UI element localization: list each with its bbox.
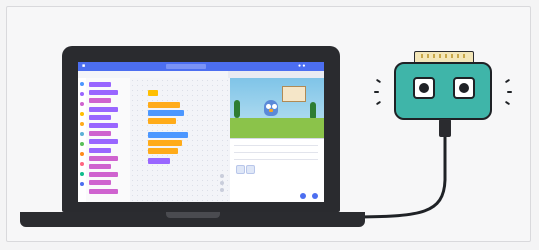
device-body <box>394 62 492 120</box>
panel-row <box>234 145 318 146</box>
palette-block <box>89 180 111 186</box>
script-block <box>148 118 176 124</box>
palette-block <box>89 98 111 104</box>
usb-plug <box>439 119 451 137</box>
category-dot <box>80 182 84 186</box>
zoom-reset-icon <box>220 188 224 192</box>
pin <box>439 54 441 58</box>
pin <box>427 54 429 58</box>
script-block <box>148 148 178 154</box>
illustration-scene: ■ ● ● <box>0 0 539 250</box>
sprite-thumbnail <box>236 165 245 174</box>
palette-block <box>89 90 118 96</box>
sensor-lens <box>459 83 469 93</box>
pin <box>421 54 423 58</box>
category-dot <box>80 92 84 96</box>
stage-preview <box>230 78 324 138</box>
palette-block <box>89 188 118 194</box>
zoom-out-icon <box>220 181 224 185</box>
ide-menu-bar: ■ ● ● <box>78 62 324 71</box>
script-block <box>148 132 188 138</box>
pin <box>433 54 435 58</box>
owl-beak <box>269 109 273 112</box>
palette-block <box>89 131 111 137</box>
left-sensor-icon <box>413 77 435 99</box>
palette-block <box>89 106 118 112</box>
script-block <box>148 90 158 96</box>
right-sensor-icon <box>453 77 475 99</box>
category-dot <box>80 152 84 156</box>
block-palette <box>86 78 131 202</box>
script-block <box>148 102 180 108</box>
panel-row <box>234 152 318 153</box>
project-title-field <box>166 64 206 69</box>
zoom-in-icon <box>220 174 224 178</box>
pin <box>451 54 453 58</box>
category-dot <box>80 122 84 126</box>
laptop-notch <box>166 212 220 218</box>
category-dot <box>80 132 84 136</box>
palette-block <box>89 164 111 169</box>
script-block <box>148 158 170 164</box>
category-dot <box>80 82 84 86</box>
tree-icon <box>234 100 240 118</box>
category-dot <box>80 102 84 106</box>
add-backdrop-icon <box>312 193 318 199</box>
pin <box>445 54 447 58</box>
pin <box>463 54 465 58</box>
panel-row <box>234 159 318 160</box>
palette-block <box>89 139 118 145</box>
menu-logo-icon: ■ <box>82 63 86 69</box>
menu-icons: ● ● <box>298 63 306 69</box>
owl-eye <box>272 104 277 109</box>
sprite-panel <box>230 138 324 202</box>
sensor-lens <box>419 83 429 93</box>
script-workspace <box>130 78 230 202</box>
script-block <box>148 140 182 146</box>
category-dot <box>80 112 84 116</box>
signboard <box>282 86 306 102</box>
pin <box>457 54 459 58</box>
robot-sensor-device <box>394 51 492 120</box>
laptop-screen: ■ ● ● <box>78 62 324 202</box>
category-dot <box>80 162 84 166</box>
script-block <box>148 110 184 116</box>
palette-block <box>89 147 111 153</box>
category-dot <box>80 172 84 176</box>
palette-block <box>89 172 118 178</box>
category-dot <box>80 142 84 146</box>
add-sprite-icon <box>300 193 306 199</box>
palette-block <box>89 155 118 161</box>
stage-ground <box>230 118 324 138</box>
signal-mark <box>374 91 379 93</box>
owl-sprite-icon <box>264 100 278 116</box>
palette-block <box>89 114 111 120</box>
signal-mark <box>507 91 512 93</box>
palette-block <box>89 82 111 87</box>
palette-block <box>89 123 118 128</box>
sprite-thumbnail <box>246 165 255 174</box>
